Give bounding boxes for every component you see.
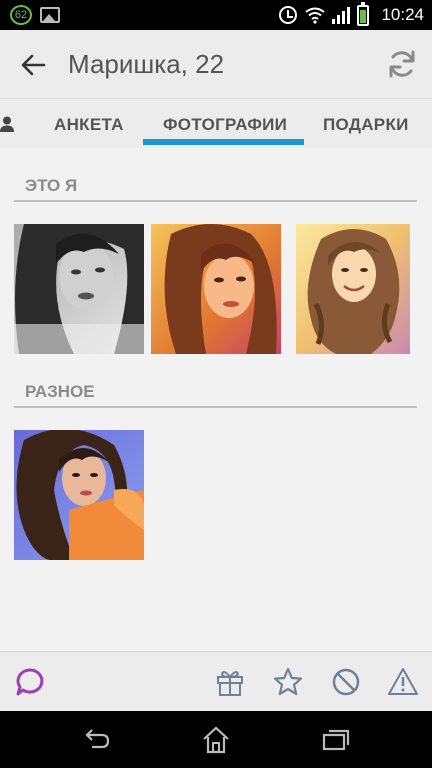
- section-header-misc: РАЗНОЕ: [14, 378, 417, 408]
- gallery-icon: [40, 7, 60, 23]
- tab-bar: АНКЕТА ФОТОГРАФИИ ПОДАРКИ: [0, 98, 432, 148]
- photo-golden[interactable]: [296, 224, 410, 354]
- section-header-me: ЭТО Я: [14, 172, 417, 202]
- app-bar: Маришка, 22: [0, 30, 432, 98]
- notification-badge: 62: [10, 5, 32, 25]
- tab-profile[interactable]: АНКЕТА: [54, 115, 124, 135]
- section-title: ЭТО Я: [25, 176, 78, 195]
- battery-icon: [357, 2, 369, 26]
- tab-gifts[interactable]: ПОДАРКИ: [323, 115, 409, 135]
- photo-gallery: ЭТО Я РАЗНОЕ: [0, 148, 432, 651]
- chat-bubble-icon[interactable]: [14, 666, 46, 698]
- status-time: 10:24: [381, 5, 424, 24]
- signal-icon: [332, 7, 350, 24]
- status-bar: 62 10:24: [0, 0, 432, 30]
- wifi-icon: [305, 7, 325, 24]
- nav-home-icon[interactable]: [201, 725, 231, 755]
- photo-blue-orange[interactable]: [14, 430, 144, 560]
- star-icon[interactable]: [272, 666, 304, 698]
- nav-back-icon[interactable]: [80, 725, 110, 755]
- alarm-icon: [279, 6, 297, 24]
- nav-recents-icon[interactable]: [321, 725, 351, 755]
- photo-warm[interactable]: [151, 224, 281, 354]
- tab-photos[interactable]: ФОТОГРАФИИ: [163, 115, 287, 135]
- back-arrow-icon[interactable]: [18, 50, 48, 80]
- bottom-action-bar: [0, 651, 432, 711]
- person-icon[interactable]: [0, 116, 16, 132]
- page-title: Маришка, 22: [68, 49, 225, 79]
- photo-bw[interactable]: [14, 224, 144, 354]
- section-title: РАЗНОЕ: [25, 382, 95, 401]
- system-navigation-bar: [0, 711, 432, 768]
- block-icon[interactable]: [330, 666, 362, 698]
- tab-selected-indicator: [143, 139, 304, 145]
- warning-icon[interactable]: [387, 666, 419, 698]
- refresh-icon[interactable]: [386, 48, 418, 80]
- gift-icon[interactable]: [214, 666, 246, 698]
